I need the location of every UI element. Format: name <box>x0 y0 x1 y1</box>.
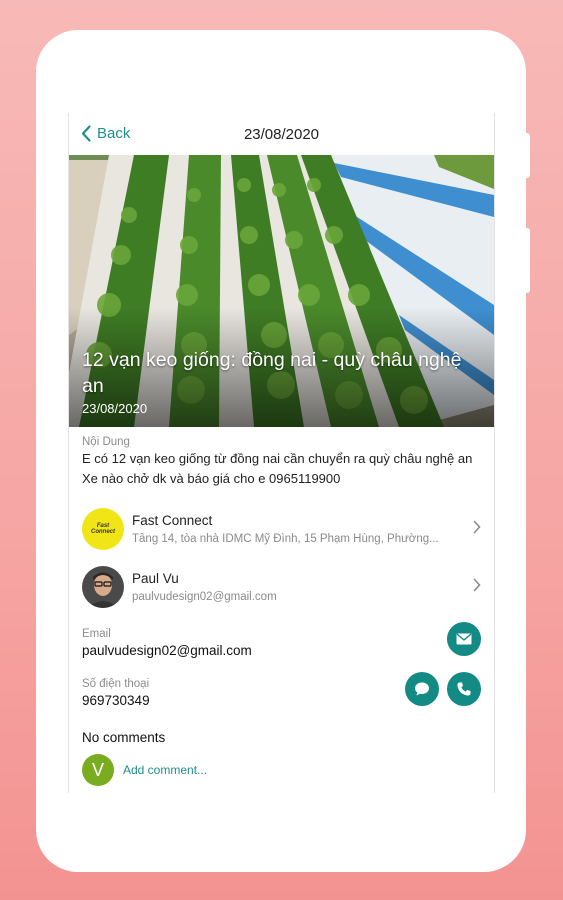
company-address: Tầng 14, tòa nhà IDMC Mỹ Đình, 15 Phạm H… <box>132 533 439 545</box>
phone-field: Số điện thoại 969730349 <box>82 672 481 722</box>
user-row[interactable]: Paul Vu paulvudesign02@gmail.com <box>82 558 481 616</box>
top-bar: Back 23/08/2020 <box>69 113 494 155</box>
app-screen: Back 23/08/2020 12 vạn keo giống: đồng n… <box>68 113 495 793</box>
phone-side-button <box>526 133 530 178</box>
current-user-avatar: V <box>82 754 114 786</box>
company-info: Fast Connect Tầng 14, tòa nhà IDMC Mỹ Đì… <box>132 513 481 545</box>
chat-bubble-icon <box>415 682 429 696</box>
company-name: Fast Connect <box>132 513 213 528</box>
content-text-1: E có 12 vạn keo giống từ đồng nai cần ch… <box>82 451 473 466</box>
add-comment-row: V Add comment... <box>82 754 481 786</box>
avatar <box>82 566 124 608</box>
user-email: paulvudesign02@gmail.com <box>132 591 277 603</box>
user-name: Paul Vu <box>132 571 179 586</box>
company-logo: Fast Connect <box>82 508 124 550</box>
comments-section: No comments V Add comment... <box>82 730 481 786</box>
content-label: Nội Dung <box>82 436 130 448</box>
company-row[interactable]: Fast Connect Fast Connect Tầng 14, tòa n… <box>82 500 481 558</box>
company-logo-text-2: Connect <box>91 529 115 535</box>
phone-volume-button <box>526 228 530 293</box>
post-details: Nội Dung E có 12 vạn keo giống từ đồng n… <box>69 427 494 786</box>
user-info: Paul Vu paulvudesign02@gmail.com <box>132 571 481 603</box>
chevron-right-icon <box>473 578 481 592</box>
email-label: Email <box>82 628 111 640</box>
add-comment-link[interactable]: Add comment... <box>123 763 207 777</box>
call-button[interactable] <box>447 672 481 706</box>
mail-icon <box>456 633 472 645</box>
content-text-2: Xe nào chở dk và báo giá cho e 096511990… <box>82 471 341 486</box>
post-photo: 12 vạn keo giống: đồng nai - quỳ châu ng… <box>69 155 494 427</box>
post-date: 23/08/2020 <box>82 401 148 416</box>
phone-icon <box>457 682 471 696</box>
post-title: 12 vạn keo giống: đồng nai - quỳ châu ng… <box>82 349 462 397</box>
email-field: Email paulvudesign02@gmail.com <box>82 622 481 672</box>
message-button[interactable] <box>405 672 439 706</box>
email-value: paulvudesign02@gmail.com <box>82 643 252 658</box>
email-button[interactable] <box>447 622 481 656</box>
chevron-right-icon <box>473 520 481 534</box>
page-title: 23/08/2020 <box>243 126 320 143</box>
comments-title: No comments <box>82 730 166 745</box>
